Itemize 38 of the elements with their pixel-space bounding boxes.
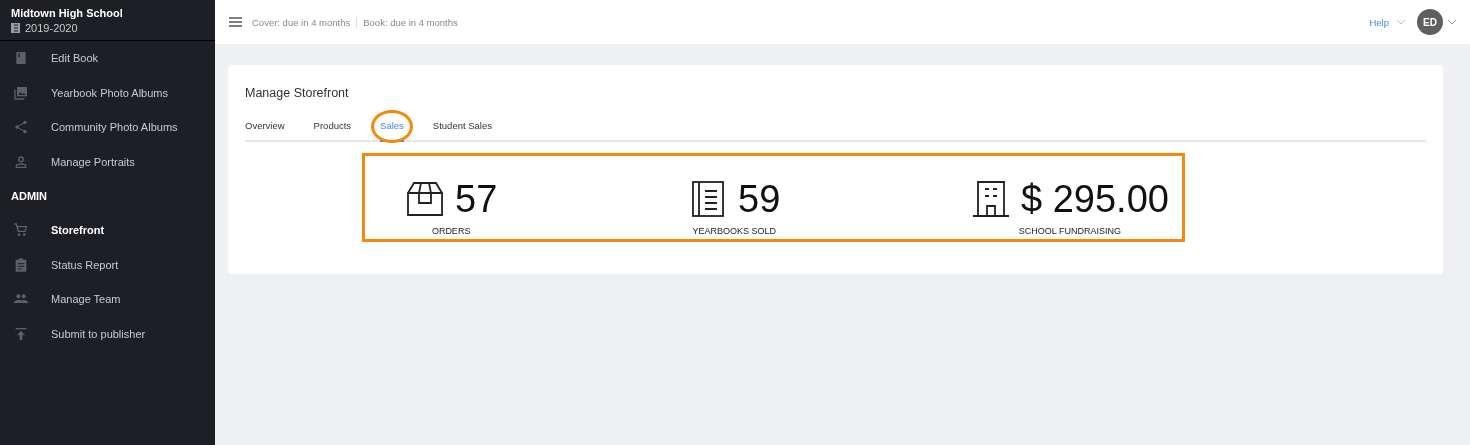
nav-item[interactable]: Manage Team <box>0 282 215 317</box>
photos-icon <box>13 84 29 101</box>
person-icon <box>13 153 29 170</box>
nav-item[interactable]: Storefront <box>0 213 215 248</box>
section-heading: ADMIN <box>10 189 49 204</box>
nav-item[interactable]: Community Photo Albums <box>0 110 215 145</box>
nav-item[interactable]: Yearbook Photo Albums <box>0 75 215 110</box>
book-icon <box>13 50 29 67</box>
stat-label: YEARBOOKS SOLD <box>692 226 776 237</box>
chevron-icon <box>1397 19 1405 25</box>
nav-item[interactable]: Status Report <box>0 247 215 282</box>
stat-label: ORDERS <box>431 226 471 237</box>
school-name: Midtown High School <box>11 7 124 19</box>
upload-icon <box>13 325 29 342</box>
nav-item[interactable]: Edit Book <box>0 41 215 76</box>
building-icon <box>971 178 1011 219</box>
tab[interactable]: Products <box>313 120 352 142</box>
deadline-text: Cover: due in 4 months <box>251 16 352 28</box>
clipboard-icon <box>13 256 29 273</box>
user-avatar[interactable]: ED <box>1417 9 1443 35</box>
deadline-text: Book: due in 4 months <box>356 16 464 28</box>
menu-icon[interactable] <box>229 17 242 27</box>
tab[interactable]: Student Sales <box>432 120 492 142</box>
school-year: 2019-2020 <box>25 22 78 34</box>
card-title: Manage Storefront <box>245 86 349 100</box>
stat-value: $ 295.00 <box>1021 179 1169 218</box>
nav-item[interactable]: Submit to publisher <box>0 316 215 351</box>
chevron-icon[interactable] <box>1448 19 1456 25</box>
cart-icon <box>13 222 29 239</box>
tab[interactable]: Overview <box>245 120 285 142</box>
nav-item[interactable]: Manage Portraits <box>0 144 215 179</box>
book-icon <box>11 23 20 33</box>
share-icon <box>13 119 29 136</box>
tab[interactable]: Sales <box>380 120 404 142</box>
help-menu[interactable]: Help <box>1369 16 1405 28</box>
stat-label: SCHOOL FUNDRAISING <box>1018 226 1122 237</box>
stat-value: 59 <box>738 179 781 218</box>
stat-value: 57 <box>455 179 498 218</box>
